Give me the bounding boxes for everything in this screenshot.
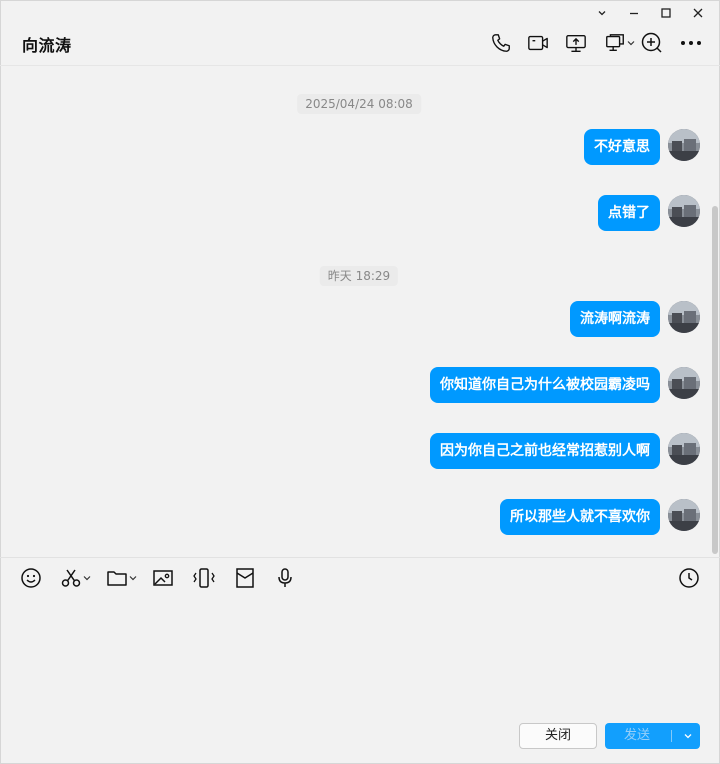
close-icon[interactable] — [682, 3, 714, 23]
message-bubble[interactable]: 因为你自己之前也经常招惹别人啊 — [430, 433, 660, 469]
avatar[interactable] — [668, 433, 700, 465]
chevron-down-icon — [129, 576, 137, 581]
message-bubble[interactable]: 点错了 — [598, 195, 660, 231]
avatar[interactable] — [668, 367, 700, 399]
window-controls — [586, 3, 714, 23]
timestamp: 2025/04/24 08:08 — [297, 94, 421, 114]
timestamp: 昨天 18:29 — [319, 266, 399, 286]
phone-icon[interactable] — [490, 30, 512, 56]
avatar[interactable] — [668, 301, 700, 333]
chevron-down-icon — [83, 576, 91, 581]
shake-icon[interactable] — [192, 565, 216, 591]
video-call-icon[interactable] — [526, 30, 550, 56]
avatar[interactable] — [668, 195, 700, 227]
chat-header: 向流涛 — [0, 24, 720, 64]
send-divider — [671, 730, 672, 742]
image-icon[interactable] — [152, 565, 174, 591]
microphone-icon[interactable] — [274, 565, 296, 591]
chevron-down-icon[interactable] — [586, 3, 618, 23]
message-list[interactable]: 2025/04/24 08:08 不好意思 点错了 昨天 18:29 流涛啊流涛… — [0, 66, 708, 556]
composer-toolbar — [20, 565, 314, 591]
close-button[interactable]: 关闭 — [519, 723, 597, 749]
avatar[interactable] — [668, 499, 700, 531]
message-bubble[interactable]: 所以那些人就不喜欢你 — [500, 499, 660, 535]
chevron-down-icon[interactable] — [675, 723, 700, 749]
message-bubble[interactable]: 流涛啊流涛 — [570, 301, 660, 337]
composer-divider — [0, 557, 720, 558]
minimize-icon[interactable] — [618, 3, 650, 23]
folder-icon[interactable] — [106, 565, 138, 591]
emoji-icon[interactable] — [20, 565, 42, 591]
add-member-icon[interactable] — [640, 30, 664, 56]
message-scrollbar[interactable] — [712, 206, 718, 554]
more-icon[interactable] — [680, 30, 702, 56]
maximize-icon[interactable] — [650, 3, 682, 23]
send-button-group: 发送 — [605, 723, 700, 749]
message-bubble[interactable]: 你知道你自己为什么被校园霸凌吗 — [430, 367, 660, 403]
avatar[interactable] — [668, 129, 700, 161]
screen-share-icon[interactable] — [564, 30, 588, 56]
screenshot-scissors-icon[interactable] — [60, 565, 92, 591]
remote-desktop-icon[interactable] — [604, 30, 626, 56]
chevron-down-icon[interactable] — [626, 30, 636, 56]
contact-name[interactable]: 向流涛 — [22, 32, 72, 56]
send-button[interactable]: 发送 — [605, 723, 669, 749]
clock-icon[interactable] — [678, 565, 700, 591]
message-input[interactable] — [20, 598, 704, 712]
header-actions — [476, 30, 702, 56]
message-bubble[interactable]: 不好意思 — [584, 129, 660, 165]
red-packet-icon[interactable] — [234, 565, 256, 591]
